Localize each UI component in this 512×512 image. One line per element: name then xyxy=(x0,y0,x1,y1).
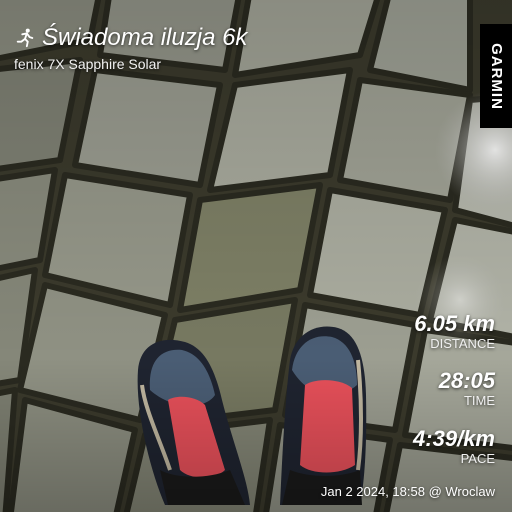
time-stat: 28:05 TIME xyxy=(439,369,495,409)
brand-badge: GARMIN xyxy=(480,24,512,128)
activity-overlay: Świadoma iluzja 6k fenix 7X Sapphire Sol… xyxy=(0,0,512,512)
distance-stat: 6.05 km DISTANCE xyxy=(414,312,495,352)
pace-stat: 4:39/km PACE xyxy=(413,427,495,467)
date-location: Jan 2 2024, 18:58 @ Wroclaw xyxy=(320,484,495,499)
distance-value: 6.05 km xyxy=(414,311,495,336)
title-row: Świadoma iluzja 6k xyxy=(14,24,247,52)
time-value: 28:05 xyxy=(438,368,495,393)
running-icon xyxy=(16,28,34,48)
distance-label: DISTANCE xyxy=(430,336,495,351)
activity-title: Świadoma iluzja 6k xyxy=(42,24,248,51)
device-name: fenix 7X Sapphire Solar xyxy=(14,56,162,72)
brand-logo: GARMIN xyxy=(487,42,505,110)
pace-value: 4:39/km xyxy=(413,426,495,451)
time-label: TIME xyxy=(463,393,495,408)
pace-label: PACE xyxy=(460,451,495,466)
